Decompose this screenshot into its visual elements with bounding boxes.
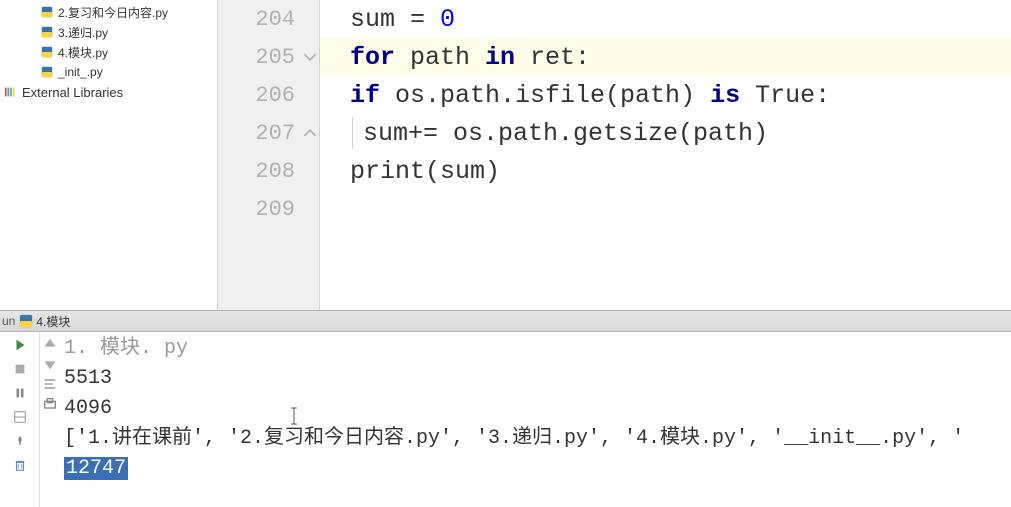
- run-panel-label: un: [2, 314, 15, 328]
- line-number: 206: [218, 76, 319, 114]
- output-line: 5513: [64, 364, 1007, 394]
- code-line[interactable]: print(sum): [320, 152, 1011, 190]
- output-line: 12747: [64, 454, 1007, 484]
- line-number: 205: [218, 38, 319, 76]
- clear-output-button[interactable]: [11, 456, 29, 474]
- tree-item-label: 4.模块.py: [58, 44, 108, 61]
- tree-item-label: 2.复习和今日内容.py: [58, 4, 168, 21]
- output-line: ['1.讲在课前', '2.复习和今日内容.py', '3.递归.py', '4…: [64, 424, 1007, 454]
- pause-output-button[interactable]: [11, 384, 29, 402]
- output-line: 1. 模块. py: [64, 334, 1007, 364]
- pin-button[interactable]: [11, 432, 29, 450]
- code-line[interactable]: sum = 0: [320, 0, 1011, 38]
- run-panel-tabbar[interactable]: un 4.模块: [0, 310, 1011, 332]
- external-libraries-label: External Libraries: [22, 85, 123, 100]
- fold-marker-icon[interactable]: [303, 50, 317, 64]
- code-line[interactable]: [320, 190, 1011, 228]
- line-number: 204: [218, 0, 319, 38]
- project-tree[interactable]: 2.复习和今日内容.py 3.递归.py 4.模块.py _init_.py E…: [0, 0, 218, 310]
- layout-button[interactable]: [11, 408, 29, 426]
- print-icon[interactable]: [42, 396, 58, 412]
- output-secondary-toolbar: [40, 332, 60, 507]
- code-content[interactable]: sum = 0 for path in ret: if os.path.isfi…: [320, 0, 1011, 310]
- run-toolbar: [0, 332, 40, 507]
- python-file-icon: [40, 25, 54, 39]
- code-editor[interactable]: 204 205 206 207 208 209 sum = 0 for path…: [218, 0, 1011, 310]
- code-line[interactable]: if os.path.isfile(path) is True:: [320, 76, 1011, 114]
- code-line[interactable]: for path in ret:: [320, 38, 1011, 76]
- tree-item-file[interactable]: 3.递归.py: [0, 22, 217, 42]
- tree-item-label: _init_.py: [58, 65, 103, 79]
- python-file-icon: [40, 45, 54, 59]
- python-file-icon: [40, 65, 54, 79]
- line-number: 208: [218, 152, 319, 190]
- stop-button[interactable]: [11, 360, 29, 378]
- library-icon: [4, 85, 18, 99]
- run-tab-name[interactable]: 4.模块: [36, 313, 70, 330]
- run-output-panel: 1. 模块. py 5513 4096 ['1.讲在课前', '2.复习和今日内…: [0, 332, 1011, 507]
- tree-item-file[interactable]: _init_.py: [0, 62, 217, 82]
- fold-end-marker-icon[interactable]: [303, 126, 317, 140]
- line-number: 207: [218, 114, 319, 152]
- output-line: 4096: [64, 394, 1007, 424]
- tree-item-label: 3.递归.py: [58, 24, 108, 41]
- down-arrow-icon[interactable]: [42, 356, 58, 372]
- tree-item-file[interactable]: 2.复习和今日内容.py: [0, 2, 217, 22]
- python-run-icon: [19, 314, 33, 328]
- python-file-icon: [40, 5, 54, 19]
- console-output[interactable]: 1. 模块. py 5513 4096 ['1.讲在课前', '2.复习和今日内…: [60, 332, 1011, 507]
- external-libraries-node[interactable]: External Libraries: [0, 82, 217, 102]
- line-number: 209: [218, 190, 319, 228]
- tree-item-file[interactable]: 4.模块.py: [0, 42, 217, 62]
- rerun-button[interactable]: [11, 336, 29, 354]
- selected-output-text[interactable]: 12747: [64, 457, 128, 480]
- line-number-gutter: 204 205 206 207 208 209: [218, 0, 320, 310]
- code-line[interactable]: sum+= os.path.getsize(path): [320, 114, 1011, 152]
- up-arrow-icon[interactable]: [42, 336, 58, 352]
- wrap-icon[interactable]: [42, 376, 58, 392]
